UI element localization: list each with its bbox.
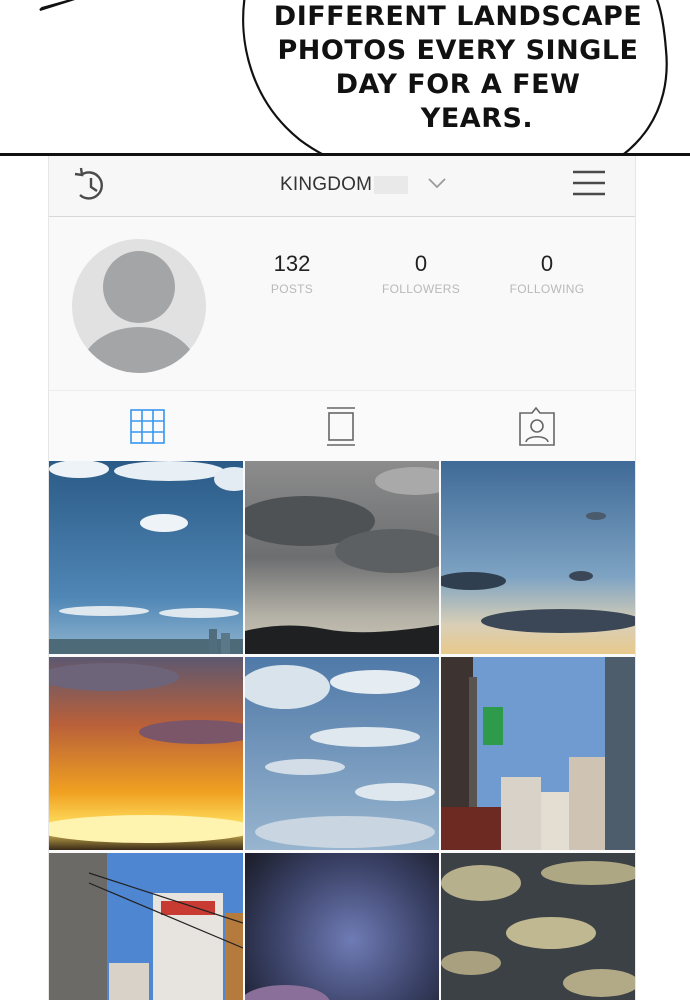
- photo-grid: [49, 461, 635, 1000]
- photo-thumbnail[interactable]: [441, 657, 635, 850]
- feed-icon[interactable]: [320, 405, 364, 449]
- profile-screen: KINGDOM 132 POSTS 0 FOLLOWERS 0 FOLLOWIN…: [48, 156, 636, 1000]
- bubble-line: PHOTOS EVERY SINGLE: [277, 35, 639, 66]
- chevron-down-icon[interactable]: [427, 176, 447, 190]
- username-redacted: [374, 176, 408, 194]
- bubble-line: DIFFERENT LANDSCAPE: [273, 1, 643, 32]
- photo-thumbnail[interactable]: [245, 657, 439, 850]
- stat-followers[interactable]: 0 FOLLOWERS: [366, 251, 476, 296]
- avatar-head: [103, 251, 175, 323]
- stat-following[interactable]: 0 FOLLOWING: [492, 251, 602, 296]
- bubble-line: YEARS.: [420, 103, 534, 134]
- profile-header: 132 POSTS 0 FOLLOWERS 0 FOLLOWING: [49, 217, 635, 390]
- speech-bubble-text: DIFFERENT LANDSCAPE PHOTOS EVERY SINGLE …: [268, 0, 648, 136]
- following-label: FOLLOWING: [509, 282, 585, 296]
- photo-thumbnail[interactable]: [49, 461, 243, 654]
- tagged-icon[interactable]: [515, 405, 559, 449]
- followers-label: FOLLOWERS: [381, 282, 461, 296]
- avatar-body: [80, 327, 198, 373]
- username[interactable]: KINGDOM: [280, 174, 372, 196]
- photo-thumbnail[interactable]: [49, 657, 243, 850]
- posts-count: 132: [273, 251, 311, 276]
- profile-tabs: [49, 390, 635, 461]
- photo-thumbnail[interactable]: [441, 853, 635, 1000]
- photo-thumbnail[interactable]: [245, 853, 439, 1000]
- posts-label: POSTS: [270, 282, 314, 296]
- following-count: 0: [540, 251, 554, 276]
- menu-icon[interactable]: [571, 168, 607, 198]
- grid-icon[interactable]: [126, 405, 170, 449]
- photo-thumbnail[interactable]: [441, 461, 635, 654]
- followers-count: 0: [414, 251, 428, 276]
- avatar[interactable]: [72, 239, 206, 373]
- history-icon[interactable]: [71, 166, 111, 206]
- photo-thumbnail[interactable]: [245, 461, 439, 654]
- stat-posts[interactable]: 132 POSTS: [237, 251, 347, 296]
- top-bar: KINGDOM: [49, 156, 635, 217]
- bubble-line: DAY FOR A FEW: [335, 69, 581, 100]
- photo-thumbnail[interactable]: [49, 853, 243, 1000]
